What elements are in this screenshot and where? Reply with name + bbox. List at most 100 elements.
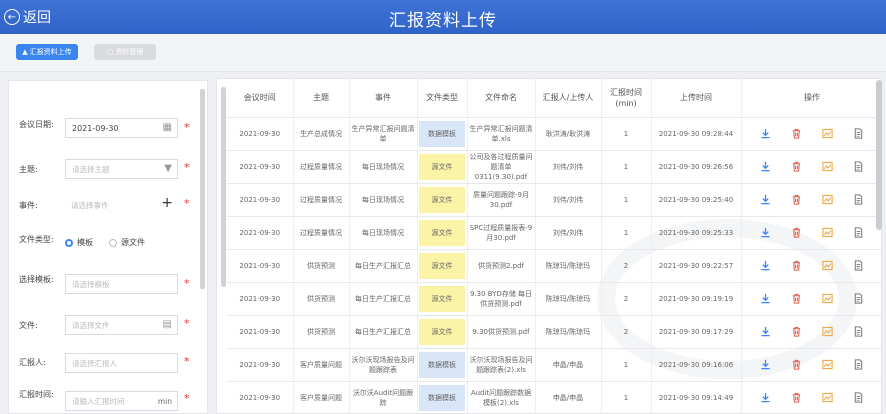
trash-icon[interactable] <box>790 326 802 338</box>
document-icon[interactable] <box>853 161 865 173</box>
cell-subject: 客户质量问题 <box>293 348 350 382</box>
date-field[interactable]: 2021-09-30 ▦ <box>65 118 178 138</box>
cell-date: 2021-09-30 <box>227 315 294 349</box>
table-row[interactable]: 2021-09-30 供货预测 每日生产汇报汇总 源文件 9.30供货预测.pdf 陈琼玛… <box>227 315 881 349</box>
cell-uploaded: 2021-09-30 09:25:33 <box>651 216 742 250</box>
document-icon[interactable] <box>853 392 865 404</box>
form-row-event: 事件: 请选择事件 + * <box>9 193 205 223</box>
document-icon[interactable] <box>853 359 865 371</box>
chart-icon[interactable] <box>822 392 834 404</box>
action-group <box>744 260 881 272</box>
document-icon[interactable] <box>853 128 865 140</box>
chart-icon[interactable] <box>822 194 834 206</box>
cell-uploaded: 2021-09-30 09:25:40 <box>651 183 742 217</box>
table-row[interactable]: 2021-09-30 生产总成情况 生产异常汇报问题清单 数据模板 生产异常汇报问题清单… <box>227 117 881 151</box>
trash-icon[interactable] <box>790 194 802 206</box>
download-icon[interactable] <box>759 161 771 173</box>
date-value: 2021-09-30 <box>72 123 119 133</box>
document-icon[interactable] <box>853 260 865 272</box>
trash-icon[interactable] <box>790 359 802 371</box>
download-icon[interactable] <box>759 359 771 371</box>
cell-type: 源文件 <box>417 216 468 250</box>
upload-icon: ▲ <box>22 48 28 56</box>
file-type-tag: 源文件 <box>419 252 465 279</box>
radio-source[interactable]: 源文件 <box>109 237 145 248</box>
chart-icon[interactable] <box>822 359 834 371</box>
col-header: 文件类型 <box>417 79 468 118</box>
table-scrollbar[interactable] <box>221 87 226 287</box>
plus-icon[interactable]: + <box>161 195 173 211</box>
tab-manage[interactable]: ▢ 资料管理 <box>94 44 156 60</box>
page-title: 汇报资料上传 <box>389 11 497 31</box>
cell-uploaded: 2021-09-30 09:22:57 <box>651 249 742 283</box>
cell-filename: Audit问题跟踪数据模板(2).xls <box>467 381 536 413</box>
document-icon[interactable] <box>853 326 865 338</box>
cell-type: 数据模板 <box>417 117 468 151</box>
download-icon[interactable] <box>759 392 771 404</box>
document-icon[interactable] <box>853 227 865 239</box>
reporttime-input[interactable]: 请输入汇报时间 min <box>65 391 178 411</box>
chart-icon[interactable] <box>822 260 834 272</box>
trash-icon[interactable] <box>790 227 802 239</box>
cell-person: 刘伟/刘伟 <box>535 216 602 250</box>
template-select[interactable]: 请选择模板 <box>65 274 178 294</box>
document-icon[interactable] <box>853 194 865 206</box>
document-icon[interactable] <box>853 293 865 305</box>
chart-icon[interactable] <box>822 227 834 239</box>
cell-subject: 过程质量情况 <box>293 183 350 217</box>
cell-minutes: 1 <box>601 117 652 151</box>
download-icon[interactable] <box>759 227 771 239</box>
cell-filename: 供货预测2.pdf <box>467 249 536 283</box>
table-row[interactable]: 2021-09-30 过程质量情况 每日现场情况 源文件 SPC过程质量报表-9月30.… <box>227 216 881 250</box>
file-type-tag: 数据模板 <box>419 351 465 378</box>
col-header: 上传时间 <box>651 79 742 118</box>
download-icon[interactable] <box>759 326 771 338</box>
download-icon[interactable] <box>759 194 771 206</box>
tab-upload[interactable]: ▲ 汇报资料上传 <box>16 44 78 60</box>
trash-icon[interactable] <box>790 128 802 140</box>
table-row[interactable]: 2021-09-30 客户质量问题 沃尔沃Audit问题跟踪 数据模板 Audit问题跟… <box>227 381 881 413</box>
table-row[interactable]: 2021-09-30 供货预测 每日生产汇报汇总 源文件 供货预测2.pdf 陈琼玛/陈琼… <box>227 249 881 283</box>
cell-person: 陈琼玛/陈琼玛 <box>535 315 602 349</box>
cell-person: 申晶/申晶 <box>535 381 602 413</box>
table-row[interactable]: 2021-09-30 过程质量情况 每日现场情况 源文件 质量问题跟踪-9月30.pdf… <box>227 183 881 217</box>
file-type-tag: 源文件 <box>419 186 465 213</box>
download-icon[interactable] <box>759 293 771 305</box>
cell-actions <box>741 381 881 413</box>
file-type-tag: 数据模板 <box>419 120 465 147</box>
cell-filename: 9.30供货预测.pdf <box>467 315 536 349</box>
required-mark: * <box>184 392 190 405</box>
form-row-template: 选择模板: 请选择模板 * <box>9 271 205 301</box>
file-type-tag: 源文件 <box>419 219 465 246</box>
trash-icon[interactable] <box>790 392 802 404</box>
trash-icon[interactable] <box>790 161 802 173</box>
chart-icon[interactable] <box>822 161 834 173</box>
table-row[interactable]: 2021-09-30 过程质量情况 每日现场情况 源文件 公司及各过程质量问题清单031… <box>227 150 881 184</box>
cell-type: 源文件 <box>417 282 468 316</box>
event-select[interactable]: 请选择事件 + <box>65 195 178 215</box>
chart-icon[interactable] <box>822 326 834 338</box>
col-header: 文件命名 <box>467 79 536 118</box>
trash-icon[interactable] <box>790 293 802 305</box>
chart-icon[interactable] <box>822 293 834 305</box>
cell-type: 源文件 <box>417 315 468 349</box>
cell-date: 2021-09-30 <box>227 183 294 217</box>
file-icon[interactable]: ▤ <box>163 319 172 330</box>
page-scrollbar[interactable] <box>876 80 882 230</box>
action-group <box>744 128 881 140</box>
file-picker[interactable]: 请选择文件 ▤ <box>65 315 178 335</box>
calendar-icon[interactable]: ▦ <box>163 122 172 133</box>
reporter-select[interactable]: 请选择汇报人 <box>65 353 178 373</box>
radio-template[interactable]: 模板 <box>65 237 93 248</box>
download-icon[interactable] <box>759 260 771 272</box>
reporttime-label: 汇报时间: <box>19 390 54 399</box>
download-icon[interactable] <box>759 128 771 140</box>
cell-event: 沃尔沃Audit问题跟踪 <box>349 381 418 413</box>
trash-icon[interactable] <box>790 260 802 272</box>
subject-select[interactable]: 请选择主题 ▼ <box>65 159 178 179</box>
chart-icon[interactable] <box>822 128 834 140</box>
cell-person: 耿洪涛/耿洪涛 <box>535 117 602 151</box>
table-row[interactable]: 2021-09-30 供货预测 每日生产汇报汇总 源文件 9.30 BYD存储 每日供货… <box>227 282 881 316</box>
form-row-date: 会议日期: 2021-09-30 ▦ * <box>9 117 205 147</box>
table-row[interactable]: 2021-09-30 客户质量问题 沃尔沃现场报告及问题跟踪表 数据模板 沃尔沃现场报告… <box>227 348 881 382</box>
